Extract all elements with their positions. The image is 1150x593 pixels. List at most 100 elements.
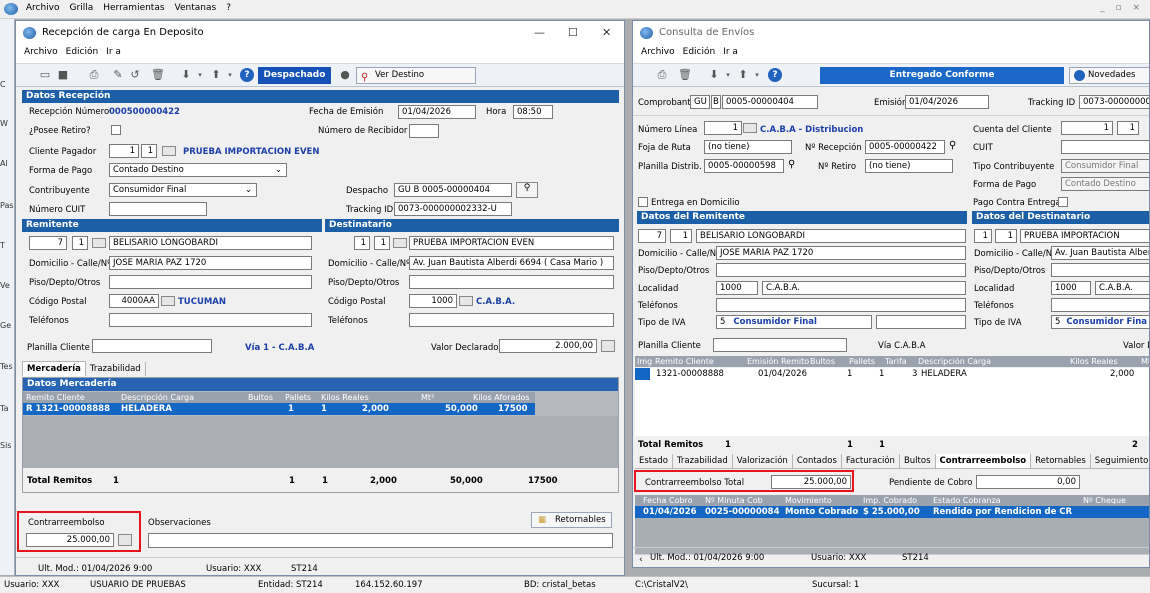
col-kilos-reales[interactable]: Kilos Reales (1070, 356, 1118, 367)
rem-name-field[interactable]: BELISARIO LONGOBARDI (696, 229, 966, 243)
dest-loc-cp[interactable]: 1000 (1051, 281, 1091, 295)
rem-num1[interactable]: 7 (638, 229, 666, 243)
rem-num2[interactable]: 1 (670, 229, 692, 243)
sidebar-item[interactable]: T (0, 241, 5, 250)
col-descripcion[interactable]: Descripción Carga (918, 356, 991, 367)
remitente-cp-field[interactable]: 4000AA (109, 294, 159, 308)
comprobante-a[interactable]: GU (690, 95, 710, 109)
dest-iva-field[interactable]: 5 Consumidor Fina (1051, 315, 1149, 329)
col-descripcion[interactable]: Descripción Carga (121, 392, 194, 403)
destinatario-num1[interactable]: 1 (354, 236, 370, 250)
tab-retornables[interactable]: Retornables (1031, 454, 1091, 468)
remitente-piso-field[interactable] (109, 275, 312, 289)
col-tarifa[interactable]: Tarifa (885, 356, 907, 367)
valor-declarado-field[interactable]: 2.000,00 (499, 339, 597, 353)
table-row[interactable]: 01/04/2026 0025-00000084 Monto Cobrado $… (635, 506, 1149, 518)
new-icon[interactable]: ▭ (38, 68, 52, 82)
pendiente-cobro-field[interactable]: 0,00 (976, 475, 1080, 489)
rem-loc-cp[interactable]: 1000 (716, 281, 758, 295)
row-selector[interactable] (635, 368, 650, 380)
tab-contrarreembolso[interactable]: Contrarreembolso (935, 454, 1032, 468)
col-remito-cliente[interactable]: Remito Cliente (26, 392, 85, 403)
planilla-distrib-field[interactable]: 0005-00000598 (704, 159, 784, 173)
dest-localidad-field[interactable]: C.A.B.A. (1095, 281, 1149, 295)
dest-num2[interactable]: 1 (995, 229, 1017, 243)
col-minuta[interactable]: Nº Minuta Cob (705, 495, 763, 506)
comprobante-c[interactable]: 0005-00000404 (722, 95, 818, 109)
tracking-id-field[interactable]: 0073-000000002332-U (394, 202, 512, 216)
sidebar-item[interactable]: Ta (0, 404, 8, 413)
sidebar-item[interactable]: Sis (0, 441, 11, 450)
menu-archivo[interactable]: Archivo (20, 45, 62, 59)
search-icon[interactable] (743, 123, 757, 133)
save-icon[interactable]: ■ (56, 68, 70, 82)
remitente-name-field[interactable]: BELISARIO LONGOBARDI (109, 236, 312, 250)
cuenta-num2[interactable]: 1 (1117, 121, 1139, 135)
delete-icon[interactable]: 🗑 (678, 68, 692, 82)
tab-valorizacion[interactable]: Valorización (733, 454, 793, 468)
planilla-cliente-field[interactable] (92, 339, 212, 353)
search-icon[interactable]: ⚲ (516, 182, 538, 198)
col-mt3[interactable]: Mt³ (421, 392, 434, 403)
search-client-icon[interactable] (162, 146, 176, 156)
app-window-controls[interactable]: _ ▫ × (1100, 3, 1144, 13)
menu-ir-a[interactable]: Ir a (719, 45, 742, 59)
table-row[interactable]: 1321-00008888 01/04/2026 1 1 3 HELADERA … (635, 368, 1149, 380)
forma-pago-field[interactable]: Contado Destino (1061, 177, 1149, 191)
tab-trazabilidad[interactable]: Trazabilidad (673, 454, 733, 468)
dest-piso-field[interactable] (1051, 263, 1149, 277)
search-icon[interactable]: ⚲ (788, 159, 795, 170)
nro-retiro-field[interactable]: (no tiene) (865, 159, 953, 173)
menu-ir-a[interactable]: Ir a (102, 45, 125, 59)
sidebar-item[interactable]: C (0, 80, 6, 89)
col-mt[interactable]: Mt (1141, 356, 1149, 367)
col-pallets[interactable]: Pallets (849, 356, 875, 367)
chevron-down-icon[interactable]: ▾ (223, 68, 237, 82)
up-arrow-icon[interactable]: ⬆ (209, 68, 223, 82)
menu-ventanas[interactable]: Ventanas (170, 0, 222, 13)
col-estado-cobranza[interactable]: Estado Cobranza (933, 495, 1001, 506)
help-icon[interactable]: ? (240, 68, 254, 82)
cliente-pagador-num2[interactable]: 1 (141, 144, 157, 158)
tab-mercaderia[interactable]: Mercadería (22, 361, 86, 376)
contribuyente-select[interactable]: Consumidor Final ⌄ (109, 183, 257, 197)
print-icon[interactable]: ⎙ (655, 68, 669, 82)
rem-telefonos-field[interactable] (716, 298, 966, 312)
remitente-num1[interactable]: 7 (29, 236, 67, 250)
menu-edicion[interactable]: Edición (679, 45, 720, 59)
menu-archivo[interactable]: Archivo (21, 0, 65, 13)
tab-estado[interactable]: Estado (635, 454, 673, 468)
col-imp-cobrado[interactable]: Imp. Cobrado (863, 495, 917, 506)
tracking-id-field[interactable]: 0073-000000002 (1079, 95, 1149, 109)
sidebar-item[interactable]: W (0, 119, 8, 128)
up-arrow-icon[interactable]: ⬆ (736, 68, 750, 82)
remitente-telefonos-field[interactable] (109, 313, 312, 327)
tab-bultos[interactable]: Bultos (900, 454, 936, 468)
edit-icon[interactable]: ✎ (111, 68, 125, 82)
entrega-domicilio-checkbox[interactable] (638, 197, 648, 207)
col-kilos-reales[interactable]: Kilos Reales (321, 392, 369, 403)
retornables-button[interactable]: ▦ Retornables (531, 512, 612, 528)
destinatario-cp-field[interactable]: 1000 (409, 294, 457, 308)
search-client-icon[interactable] (393, 238, 407, 248)
dest-name-field[interactable]: PRUEBA IMPORTACION (1020, 229, 1149, 243)
sidebar-item[interactable]: Tes (0, 362, 13, 371)
planilla-cliente-field[interactable] (713, 338, 847, 352)
sidebar-item[interactable]: Pas (0, 201, 14, 210)
novedades-button[interactable]: Novedades (1069, 67, 1149, 84)
tab-facturacion[interactable]: Facturación (842, 454, 900, 468)
chevron-down-icon[interactable]: ▾ (750, 68, 764, 82)
search-client-icon[interactable] (92, 238, 106, 248)
down-arrow-icon[interactable]: ⬇ (707, 68, 721, 82)
menu-archivo[interactable]: Archivo (637, 45, 679, 59)
observaciones-field[interactable] (148, 533, 613, 548)
undo-icon[interactable]: ↺ (128, 68, 142, 82)
menu-edicion[interactable]: Edición (62, 45, 103, 59)
destinatario-num2[interactable]: 1 (374, 236, 390, 250)
pago-contra-entrega-checkbox[interactable] (1058, 197, 1068, 207)
destinatario-telefonos-field[interactable] (409, 313, 614, 327)
search-cp-icon[interactable] (459, 296, 473, 306)
destinatario-domicilio-field[interactable]: Av. Juan Bautista Alberdi 6694 ( Casa Ma… (409, 256, 614, 270)
tab-seguimiento[interactable]: Seguimiento (1091, 454, 1149, 468)
despacho-field[interactable]: GU B 0005-00000404 (394, 183, 512, 197)
